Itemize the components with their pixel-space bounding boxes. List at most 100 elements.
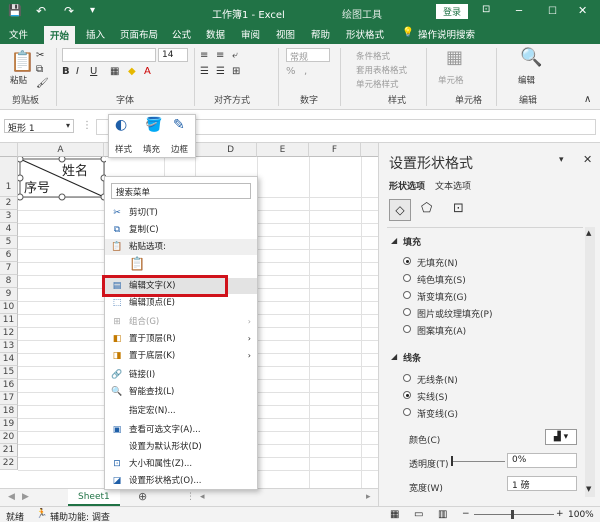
align-top-icon[interactable]: ≡ [200, 50, 208, 62]
pane-close-icon[interactable]: ✕ [583, 153, 592, 166]
mini-outline-button[interactable]: 边框 [171, 143, 188, 155]
mini-style-button[interactable]: 样式 [115, 143, 132, 155]
menu-item-copy[interactable]: ⧉ 复制(C) [105, 222, 257, 238]
border-icon[interactable]: ▦ [110, 66, 119, 78]
col-header-d[interactable]: D [195, 143, 257, 157]
row-header-16[interactable]: 16 [0, 379, 18, 392]
radio-pattern-fill[interactable] [403, 325, 411, 333]
row-header-18[interactable]: 18 [0, 405, 18, 418]
label-no-fill[interactable]: 无填充(N) [417, 256, 458, 269]
conditional-format-button[interactable]: 条件格式 [356, 50, 390, 62]
menu-item-assign-macro[interactable]: 指定宏(N)... [105, 403, 257, 419]
row-header-19[interactable]: 19 [0, 418, 18, 431]
select-all-corner[interactable] [0, 143, 18, 157]
label-solid-line[interactable]: 实线(S) [417, 390, 448, 403]
copy-icon[interactable]: ⧉ [36, 64, 43, 76]
row-header-13[interactable]: 13 [0, 340, 18, 353]
maximize-icon[interactable]: ☐ [548, 6, 557, 17]
fill-color-icon[interactable]: ◆ [128, 66, 136, 78]
minimize-icon[interactable]: ─ [516, 6, 522, 17]
menu-search-input[interactable]: 搜索菜单 [111, 183, 251, 199]
menu-item-link[interactable]: 🔗 链接(I) [105, 367, 257, 383]
radio-picture-fill[interactable] [403, 308, 411, 316]
menu-item-edit-points[interactable]: ⬚ 编辑顶点(E) [105, 295, 257, 311]
tab-help[interactable]: 帮助 [311, 27, 330, 41]
effects-icon[interactable]: ⬠ [421, 201, 432, 216]
tab-shape-format[interactable]: 形状格式 [346, 27, 384, 41]
row-header-22[interactable]: 22 [0, 457, 18, 470]
add-sheet-icon[interactable]: ⊕ [138, 490, 147, 503]
pane-scrollbar[interactable] [585, 227, 595, 497]
menu-item-size-properties[interactable]: ⊡ 大小和属性(Z)... [105, 456, 257, 472]
format-as-table-button[interactable]: 套用表格格式 [356, 64, 407, 76]
tab-formulas[interactable]: 公式 [172, 27, 191, 41]
row-header-17[interactable]: 17 [0, 392, 18, 405]
col-header-g[interactable] [361, 143, 378, 157]
menu-item-alt-text[interactable]: ▣ 查看可选文字(A)... [105, 422, 257, 438]
menu-item-bring-front[interactable]: ◧ 置于顶层(R) › [105, 331, 257, 347]
menu-item-set-default[interactable]: 设置为默认形状(D) [105, 439, 257, 455]
line-color-picker[interactable]: ▟ ▾ [545, 429, 577, 445]
qat-customize-icon[interactable]: ▾ [90, 5, 95, 16]
align-middle-icon[interactable]: ≡ [216, 50, 224, 62]
fill-section[interactable]: 填充 [403, 235, 421, 248]
cell-styles-button[interactable]: 单元格样式 [356, 78, 399, 90]
page-break-view-icon[interactable]: ▥ [438, 509, 447, 520]
bold-icon[interactable]: B [62, 66, 70, 78]
row-header-8[interactable]: 8 [0, 275, 18, 288]
paste-button[interactable]: 粘贴 [10, 74, 27, 86]
radio-no-fill[interactable] [403, 257, 411, 265]
comma-icon[interactable]: , [304, 66, 307, 78]
sheet-tab-sheet1[interactable]: Sheet1 [68, 489, 120, 506]
radio-solid-line[interactable] [403, 391, 411, 399]
radio-gradient-line[interactable] [403, 408, 411, 416]
editing-button[interactable]: 编辑 [518, 74, 535, 86]
hscroll-right-icon[interactable]: ▸ [366, 492, 371, 502]
row-header-1[interactable]: 1 [0, 157, 18, 197]
save-icon[interactable]: 💾 [8, 4, 22, 17]
status-accessibility[interactable]: 辅助功能: 调查 [50, 510, 110, 523]
tell-me-search[interactable]: 操作说明搜索 [418, 27, 475, 41]
font-name-combo[interactable] [62, 48, 156, 62]
fill-line-icon[interactable]: ◇ [389, 199, 411, 221]
cells-icon[interactable]: ▦ [446, 49, 463, 67]
zoom-thumb[interactable] [511, 510, 514, 519]
row-header-9[interactable]: 9 [0, 288, 18, 301]
transparency-thumb[interactable] [451, 456, 453, 466]
zoom-in-icon[interactable]: + [556, 509, 564, 519]
size-properties-icon[interactable]: ⊡ [453, 201, 464, 216]
tab-split-icon[interactable]: ⋮ [186, 492, 195, 502]
zoom-out-icon[interactable]: − [462, 509, 470, 519]
format-painter-icon[interactable]: 🖌 [36, 78, 49, 90]
label-solid-fill[interactable]: 纯色填充(S) [417, 273, 466, 286]
tab-home[interactable]: 开始 [44, 26, 76, 44]
width-input[interactable]: 1 磅 [507, 476, 577, 491]
merge-icon[interactable]: ⊞ [232, 66, 240, 78]
align-left-icon[interactable]: ☰ [200, 66, 209, 78]
label-picture-fill[interactable]: 图片或纹理填充(P) [417, 307, 492, 320]
radio-gradient-fill[interactable] [403, 291, 411, 299]
row-header-10[interactable]: 10 [0, 301, 18, 314]
name-box[interactable]: 矩形 1 [4, 119, 74, 134]
row-header-12[interactable]: 12 [0, 327, 18, 340]
next-sheet-icon[interactable]: ▶ [22, 492, 29, 502]
login-button[interactable]: 登录 [436, 4, 469, 19]
italic-icon[interactable]: I [76, 66, 79, 78]
shape-style-icon[interactable]: ◐ [115, 118, 127, 132]
row-header-14[interactable]: 14 [0, 353, 18, 366]
redo-icon[interactable]: ↷ [64, 4, 74, 18]
cut-icon[interactable]: ✂ [36, 50, 44, 62]
tab-text-options[interactable]: 文本选项 [435, 179, 471, 192]
row-header-3[interactable]: 3 [0, 210, 18, 223]
menu-item-cut[interactable]: ✂ 剪切(T) [105, 205, 257, 221]
line-collapse-icon[interactable]: ◢ [391, 352, 397, 361]
name-box-dropdown-icon[interactable]: ▾ [66, 120, 70, 132]
undo-icon[interactable]: ↶ [36, 4, 46, 18]
scroll-up-icon[interactable]: ▲ [586, 229, 591, 237]
menu-item-smart-lookup[interactable]: 🔍 智能查找(L) [105, 384, 257, 400]
collapse-ribbon-icon[interactable]: ∧ [584, 94, 591, 106]
tab-data[interactable]: 数据 [206, 27, 225, 41]
menu-item-group[interactable]: ⊞ 组合(G) › [105, 314, 257, 330]
col-header-e[interactable]: E [257, 143, 309, 157]
radio-no-line[interactable] [403, 374, 411, 382]
